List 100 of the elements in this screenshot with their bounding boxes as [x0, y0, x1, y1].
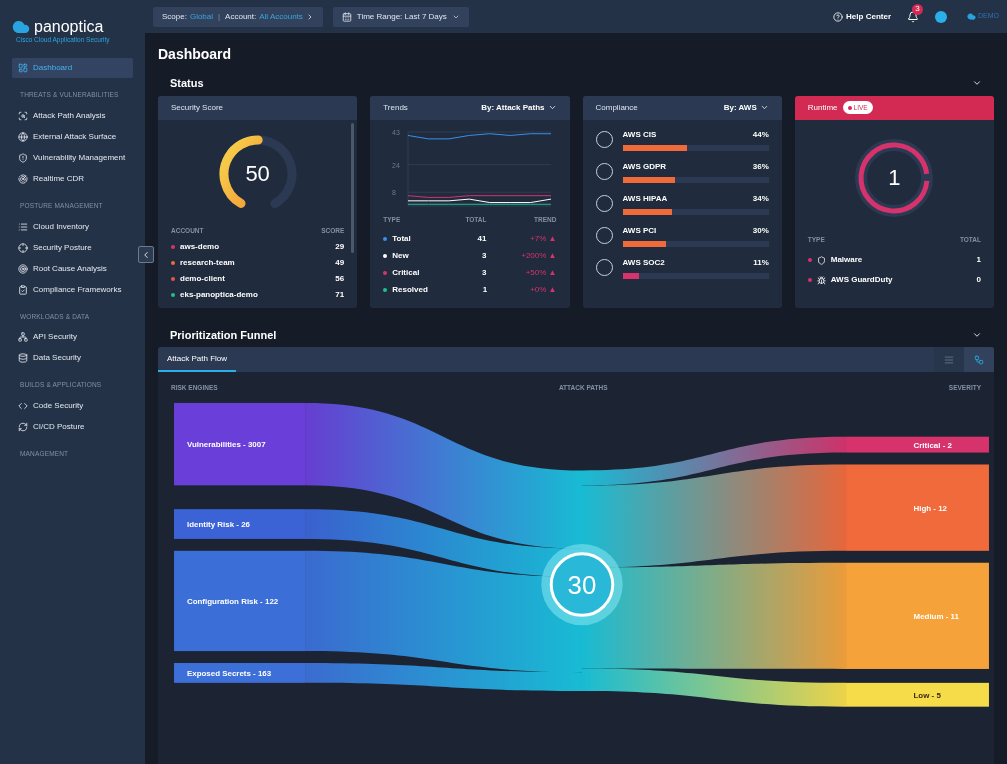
total-cell-text: 1 — [481, 283, 488, 296]
dashboard-icon — [18, 63, 28, 73]
page-title: Dashboard — [158, 45, 233, 64]
total-cell-text: 41 — [476, 232, 487, 245]
type-label: New — [392, 249, 409, 262]
framework-percent: 34% — [752, 192, 769, 205]
nav-item[interactable]: Root Cause Analysis — [12, 258, 133, 279]
nav-item[interactable]: Realtime CDR — [12, 168, 133, 189]
total-cell: 0 — [976, 274, 981, 287]
account-name: demo-client — [180, 273, 225, 286]
attack-path-count: 30 — [567, 570, 597, 599]
crosshair-icon — [18, 242, 28, 253]
help-icon — [833, 11, 844, 22]
nav-item[interactable]: Dashboard — [12, 58, 133, 78]
source-label: Identity Risk - 26 — [186, 519, 250, 529]
card-title: Compliance — [595, 101, 638, 114]
type-label: Critical — [392, 266, 420, 279]
nav-item[interactable]: Attack Path Analysis — [12, 105, 133, 126]
runtime-count: 1 — [888, 166, 901, 189]
score-cell: 49 — [335, 257, 345, 270]
section-title: Status — [170, 76, 204, 91]
card-title: Security Score — [171, 101, 224, 114]
database-icon — [18, 353, 28, 364]
severity-node[interactable] — [846, 682, 989, 707]
type-label: Resolved — [392, 283, 428, 296]
section-title: Prioritization Funnel — [170, 327, 277, 343]
network-icon — [18, 332, 28, 343]
clipboard-icon — [18, 284, 28, 295]
account-name: eks-panoptica-demo — [180, 289, 258, 302]
trend-cell-text: +0% ▲ — [529, 283, 557, 296]
source-node[interactable] — [174, 550, 306, 651]
help-center-link[interactable]: Help Center — [833, 10, 891, 23]
score-cell: 56 — [335, 273, 345, 286]
radar-icon — [18, 173, 28, 184]
total-cell-text: 3 — [481, 266, 487, 279]
source-label: Configuration Risk - 122 — [186, 596, 279, 606]
score-cell: 71 — [335, 289, 345, 302]
severity-label: Low - 5 — [913, 690, 941, 700]
account-name: research-team — [180, 257, 235, 270]
nav-item[interactable]: CI/CD Posture — [12, 417, 133, 437]
nav-item[interactable]: API Security — [12, 327, 133, 348]
severity-node[interactable] — [846, 436, 989, 453]
bug-icon — [816, 275, 826, 285]
code-icon — [18, 401, 28, 411]
nav-item[interactable]: Code Security — [12, 396, 133, 416]
nav-item[interactable]: Data Security — [12, 348, 133, 369]
framework-name: AWS GDPR — [622, 160, 667, 173]
list-icon — [18, 221, 28, 232]
cloud-logo-icon — [967, 12, 976, 21]
type-label: Malware — [830, 254, 863, 267]
source-node[interactable] — [174, 508, 306, 539]
group-by-dropdown[interactable]: By: Attack Paths — [481, 101, 557, 114]
nav-item[interactable]: External Attack Surface — [12, 126, 133, 147]
collapse-sidebar-button[interactable] — [138, 246, 154, 263]
severity-node[interactable] — [846, 464, 989, 551]
framework-name: AWS CIS — [622, 128, 657, 141]
scope-selector[interactable]: Scope: Global | Account: All Accounts — [153, 6, 323, 27]
cloud-logo-icon — [12, 18, 30, 36]
framework-name: AWS HIPAA — [622, 192, 668, 205]
source-label: Exposed Secrets - 163 — [186, 668, 272, 678]
tab[interactable]: Attack Path Flow — [158, 347, 237, 372]
refresh-icon — [18, 422, 28, 432]
notification-badge: 3 — [912, 3, 923, 15]
framework-name: AWS PCI — [622, 224, 657, 237]
target-icon — [18, 263, 28, 274]
time-range-selector[interactable]: Time Range: Last 7 Days — [332, 6, 469, 27]
framework-name: AWS SOC2 — [622, 256, 665, 269]
caret-icon — [547, 103, 557, 112]
nav-item[interactable]: Security Posture — [12, 237, 133, 258]
nav-item[interactable]: Vulnerability Management — [12, 147, 133, 168]
severity-label: High - 12 — [913, 503, 948, 513]
framework-percent: 30% — [752, 224, 769, 237]
trend-cell-text: +200% ▲ — [520, 249, 557, 262]
type-label: AWS GuardDuty — [830, 274, 893, 287]
card-title: Runtime — [807, 101, 838, 114]
nav-item[interactable]: Cloud Inventory — [12, 216, 133, 237]
magnifier-icon — [18, 110, 28, 121]
shield-icon — [816, 255, 826, 265]
calendar-icon — [341, 11, 352, 22]
chevron-left-icon — [141, 249, 151, 260]
user-avatar[interactable] — [935, 10, 947, 23]
notification-bell-icon[interactable] — [907, 10, 919, 23]
card-title: Trends — [383, 101, 408, 114]
nav-item[interactable]: Compliance Frameworks — [12, 279, 133, 300]
score-cell: 29 — [335, 241, 345, 254]
severity-label: Critical - 2 — [913, 440, 952, 450]
trend-cell-text: +7% ▲ — [529, 232, 557, 245]
logo-text: panoptica — [34, 19, 104, 35]
list-icon — [944, 354, 954, 365]
group-by-dropdown[interactable]: By: AWS — [723, 101, 769, 114]
source-node[interactable] — [174, 402, 306, 486]
severity-label: Medium - 11 — [913, 611, 959, 621]
caret-icon — [759, 103, 769, 112]
account-name: aws-demo — [180, 241, 220, 254]
source-node[interactable] — [174, 662, 306, 683]
hierarchy-icon — [974, 354, 984, 365]
severity-node[interactable] — [846, 562, 989, 669]
shield-icon — [18, 152, 28, 163]
total-cell: 1 — [976, 254, 981, 267]
total-cell-text: 3 — [481, 249, 487, 262]
